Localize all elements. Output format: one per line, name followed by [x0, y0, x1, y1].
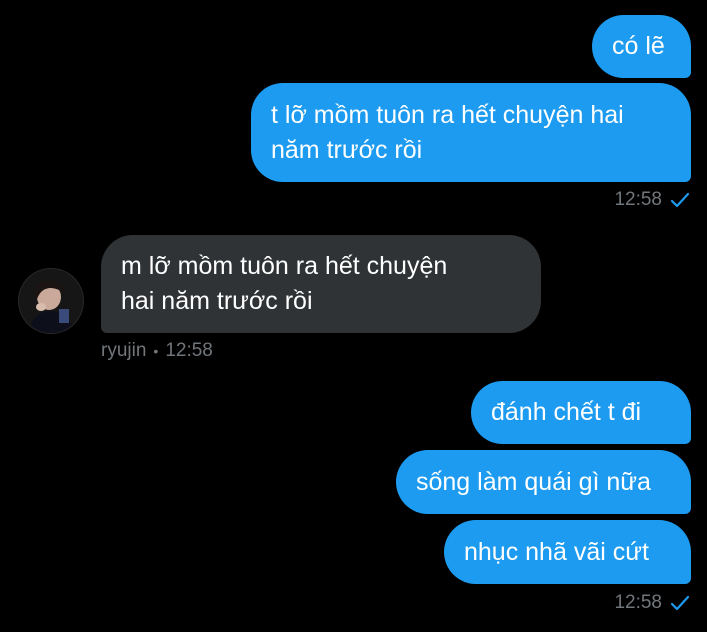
message-timestamp: 12:58 [614, 189, 690, 211]
received-message-bubble[interactable]: m lỡ mồm tuôn ra hết chuyện hai năm trướ… [101, 235, 541, 333]
checkmark-icon [670, 192, 690, 208]
sent-message-bubble[interactable]: nhục nhã vãi cứt [444, 520, 691, 584]
sent-message-bubble[interactable]: có lẽ [592, 15, 691, 78]
timestamp-text: 12:58 [165, 340, 213, 361]
sent-message-bubble[interactable]: đánh chết t đi [471, 381, 691, 444]
message-text: đánh chết t đi [491, 398, 642, 426]
timestamp-text: 12:58 [614, 592, 662, 613]
meta-separator: • [153, 343, 159, 359]
avatar[interactable] [19, 269, 83, 333]
message-text: nhục nhã vãi cứt [464, 537, 649, 566]
message-text: m lỡ mồm tuôn ra hết chuyện hai năm trướ… [121, 252, 448, 315]
message-meta: ryujin • 12:58 [101, 340, 213, 362]
message-text: có lẽ [612, 32, 665, 60]
sent-message-bubble[interactable]: sống làm quái gì nữa [396, 450, 691, 514]
timestamp-text: 12:58 [614, 189, 662, 210]
sender-username[interactable]: ryujin [101, 340, 146, 362]
message-text: sống làm quái gì nữa [416, 467, 651, 496]
chat-thread: có lẽ t lỡ mồm tuôn ra hết chuyện hai nă… [0, 0, 707, 632]
checkmark-icon [670, 595, 690, 611]
message-timestamp: 12:58 [614, 592, 690, 614]
sent-message-bubble[interactable]: t lỡ mồm tuôn ra hết chuyện hai năm trướ… [251, 83, 691, 182]
avatar-image [19, 269, 83, 333]
message-text: t lỡ mồm tuôn ra hết chuyện hai năm trướ… [271, 100, 624, 164]
